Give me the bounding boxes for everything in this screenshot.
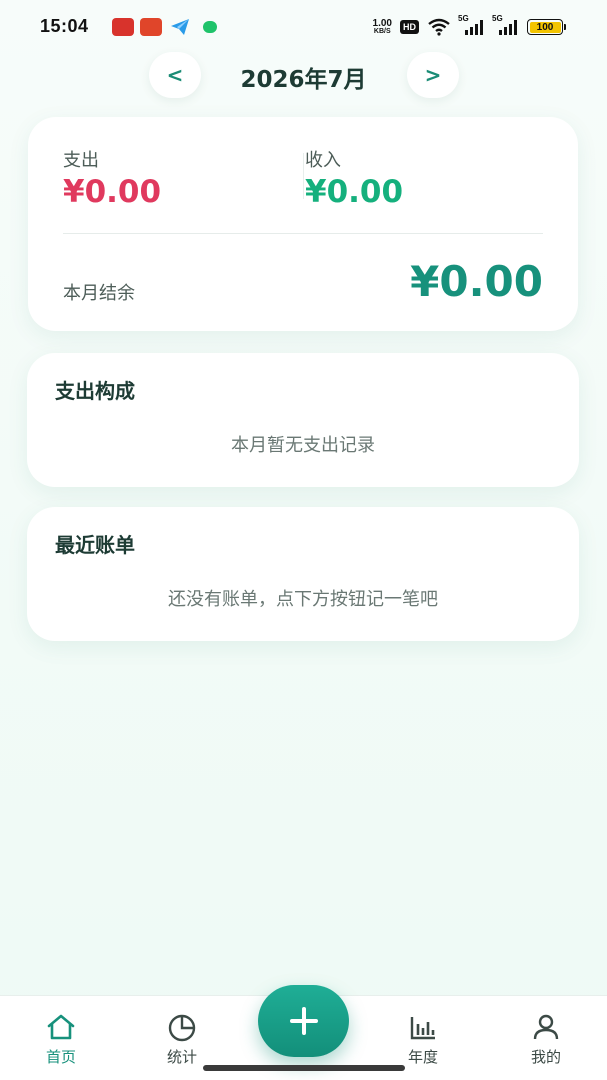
cell-signal-icon: 5G [492,14,519,35]
expense-label: 支出 [63,150,99,171]
send-notification-icon [171,19,189,35]
status-time: 15:04 [40,16,89,36]
next-month-button[interactable]: > [407,52,459,98]
add-bill-button[interactable] [258,985,349,1057]
tab-home[interactable]: 首页 [21,996,101,1080]
plus-icon [289,1007,318,1035]
income-label: 收入 [305,150,341,171]
tab-label: 我的 [530,1048,561,1066]
chevron-right-icon: > [424,63,442,87]
chat-notification-icon [203,21,217,33]
wifi-icon [428,18,450,36]
empty-state-text: 本月暂无支出记录 [231,435,375,456]
hd-badge: HD [400,20,419,34]
battery-icon: 100 [527,19,566,35]
status-bar: 15:04 1.00 KB/S HD 5G 5G 100 [0,0,607,54]
divider [63,233,543,234]
empty-state-text: 还没有账单，点下方按钮记一笔吧 [168,589,438,610]
app-notification-icon [140,18,162,36]
balance-amount: ¥0.00 [410,257,543,306]
app-notification-icon [112,18,134,36]
expense-amount: ¥0.00 [63,174,162,210]
tab-profile[interactable]: 我的 [506,996,586,1080]
network-speed: 1.00 KB/S [372,17,392,35]
home-icon [47,1014,75,1040]
bar-chart-icon [410,1017,435,1040]
tab-label: 统计 [166,1048,197,1066]
home-indicator[interactable] [203,1065,405,1071]
section-title: 最近账单 [55,533,135,557]
divider [303,153,304,199]
balance-label: 本月结余 [63,283,135,304]
recent-bills-card: 最近账单 还没有账单，点下方按钮记一笔吧 [27,507,579,641]
month-title: 2026年7月 [240,67,367,93]
month-navigation: < 2026年7月 > [0,52,607,100]
pie-chart-icon [168,1014,196,1042]
cell-signal-icon: 5G [458,14,485,35]
tab-label: 首页 [45,1048,76,1066]
income-amount: ¥0.00 [305,174,404,210]
monthly-summary-card: 支出 ¥0.00 收入 ¥0.00 本月结余 ¥0.00 [28,117,578,331]
user-icon [533,1014,559,1040]
expense-composition-card: 支出构成 本月暂无支出记录 [27,353,579,487]
status-indicators: 1.00 KB/S HD 5G 5G 100 [372,14,566,38]
tab-label: 年度 [407,1048,438,1066]
section-title: 支出构成 [55,379,135,403]
